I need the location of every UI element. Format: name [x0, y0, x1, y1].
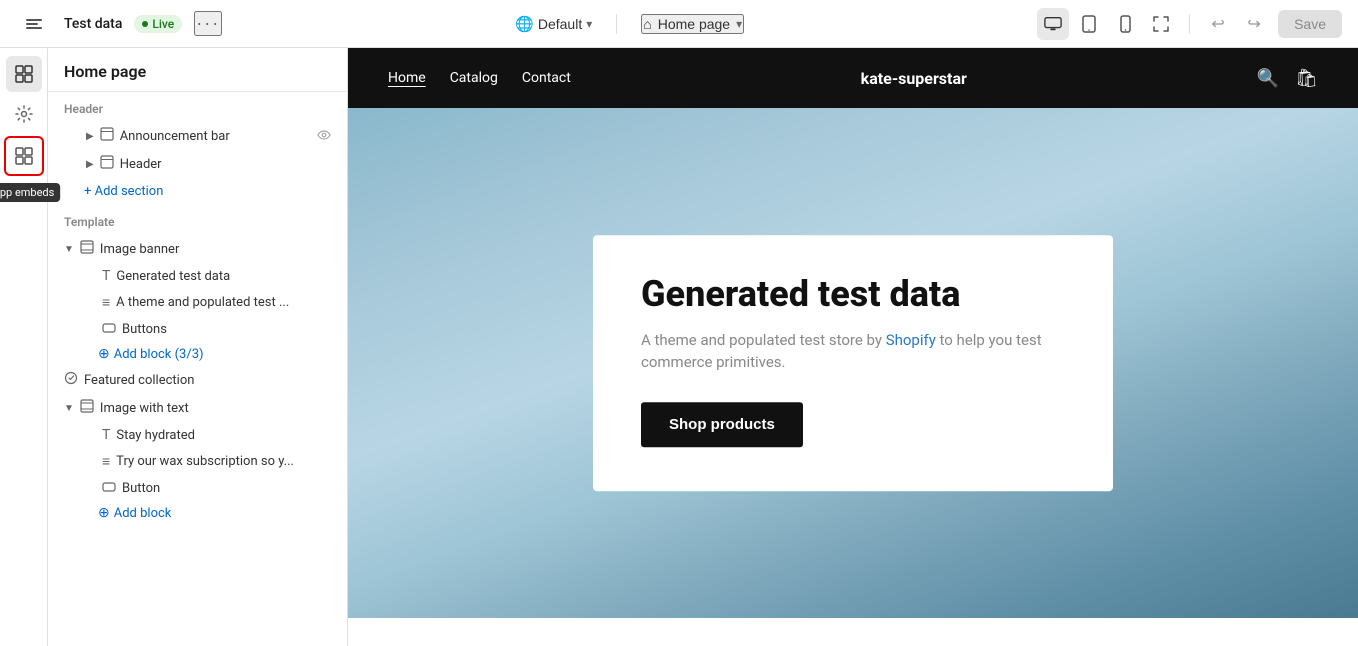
- nav-catalog[interactable]: Catalog: [450, 70, 498, 86]
- tree-item-button[interactable]: Button: [48, 475, 347, 501]
- redo-button[interactable]: ↪: [1238, 8, 1270, 40]
- desktop-view-button[interactable]: [1037, 8, 1069, 40]
- stay-hydrated-label: Stay hydrated: [116, 428, 331, 443]
- save-button[interactable]: Save: [1278, 10, 1342, 38]
- header-section-label: Header: [48, 92, 347, 122]
- undo-button[interactable]: ↩: [1202, 8, 1234, 40]
- app-embeds-box: App embeds: [4, 136, 44, 176]
- nav-links: Home Catalog Contact: [388, 70, 571, 86]
- tree-item-image-banner[interactable]: ▼ Image banner: [48, 235, 347, 263]
- top-bar-center: 🌐 Default ▾ ⌂ Home page ▾: [515, 14, 744, 34]
- nav-contact[interactable]: Contact: [522, 70, 571, 86]
- fullscreen-button[interactable]: [1145, 8, 1177, 40]
- store-brand: kate-superstar: [861, 69, 967, 88]
- mobile-view-button[interactable]: [1109, 8, 1141, 40]
- shop-products-button[interactable]: Shop products: [641, 402, 803, 447]
- settings-button[interactable]: [6, 96, 42, 132]
- image-with-text-label: Image with text: [100, 401, 331, 416]
- undo-redo: ↩ ↪: [1202, 8, 1270, 40]
- cart-icon[interactable]: 🛍: [1295, 68, 1318, 89]
- preview-scroll[interactable]: Home Catalog Contact kate-superstar 🔍 🛍 …: [348, 48, 1358, 646]
- image-banner-label: Image banner: [100, 242, 331, 257]
- add-block-link[interactable]: ⊕ Add block (3/3): [48, 342, 347, 366]
- plus-icon: ⊕: [98, 346, 110, 362]
- tree-item-stay-hydrated[interactable]: T Stay hydrated: [48, 422, 347, 448]
- tablet-view-button[interactable]: [1073, 8, 1105, 40]
- live-badge: Live: [134, 15, 182, 33]
- add-block2-label: Add block: [114, 506, 172, 521]
- main-content: App embeds Home page Header ▶ Announceme…: [0, 48, 1358, 646]
- tree-item-announcement-bar[interactable]: ▶ Announcement bar: [48, 122, 347, 150]
- visibility-icon[interactable]: [317, 128, 331, 144]
- buttons-label: Buttons: [122, 322, 331, 337]
- layout-icon: [100, 127, 114, 145]
- list-icon: ≡: [102, 294, 110, 311]
- search-nav-icon[interactable]: 🔍: [1257, 68, 1279, 89]
- more-button[interactable]: ···: [194, 11, 222, 36]
- default-select[interactable]: 🌐 Default ▾: [515, 15, 592, 33]
- home-icon: ⌂: [643, 16, 651, 32]
- tree-item-image-with-text[interactable]: ▼ Image with text: [48, 394, 347, 422]
- banner-card: Generated test data A theme and populate…: [593, 235, 1113, 491]
- generated-label: Generated test data: [116, 269, 331, 284]
- chevron-icon: ▾: [586, 17, 592, 31]
- app-embeds-button[interactable]: [6, 138, 42, 174]
- add-section-link[interactable]: + Add section: [48, 178, 347, 205]
- store-nav: Home Catalog Contact kate-superstar 🔍 🛍: [348, 48, 1358, 108]
- nav-icons: 🔍 🛍: [1257, 68, 1318, 89]
- template-section-label: Template: [48, 205, 347, 235]
- text-icon: T: [102, 268, 110, 284]
- button-icon: [102, 321, 116, 337]
- app-name: Test data: [64, 16, 122, 32]
- chevron-icon2: ▾: [736, 17, 742, 31]
- view-icons: [1037, 8, 1177, 40]
- announcement-bar-label: Announcement bar: [120, 129, 311, 144]
- tree-item-featured-collection[interactable]: Featured collection: [48, 366, 347, 394]
- sections-button[interactable]: [6, 56, 42, 92]
- header-item-label: Header: [120, 157, 331, 172]
- try-wax-label: Try our wax subscription so y...: [116, 454, 331, 469]
- app-embeds-tooltip: App embeds: [0, 183, 60, 202]
- top-bar-right: ↩ ↪ Save: [1037, 8, 1342, 40]
- button-item-label: Button: [122, 481, 331, 496]
- add-block-label: Add block (3/3): [114, 347, 204, 362]
- panel-title: Home page: [48, 48, 347, 92]
- sidebar-icons: App embeds: [0, 48, 48, 646]
- banner-section: Generated test data A theme and populate…: [348, 108, 1358, 618]
- text-icon2: T: [102, 427, 110, 443]
- tree-item-generated[interactable]: T Generated test data: [48, 263, 347, 289]
- section-icon: [80, 240, 94, 258]
- nav-home[interactable]: Home: [388, 70, 426, 86]
- list-icon2: ≡: [102, 453, 110, 470]
- button-icon2: [102, 480, 116, 496]
- back-button[interactable]: [16, 6, 52, 42]
- theme-test-label: A theme and populated test ...: [116, 295, 331, 310]
- tree-item-try-wax[interactable]: ≡ Try our wax subscription so y...: [48, 448, 347, 475]
- divider: [616, 14, 617, 34]
- badge-icon: [64, 371, 78, 389]
- add-block2-link[interactable]: ⊕ Add block: [48, 501, 347, 525]
- expand-arrow[interactable]: ▶: [86, 131, 94, 142]
- divider2: [1189, 14, 1190, 34]
- top-bar-left: Test data Live ···: [16, 6, 222, 42]
- home-page-select[interactable]: ⌂ Home page ▾: [641, 14, 744, 34]
- live-dot: [142, 21, 148, 27]
- expand-arrow[interactable]: ▶: [86, 159, 94, 170]
- tree-item-theme-test[interactable]: ≡ A theme and populated test ...: [48, 289, 347, 316]
- plus-icon2: ⊕: [98, 505, 110, 521]
- tree-item-buttons[interactable]: Buttons: [48, 316, 347, 342]
- top-bar: Test data Live ··· 🌐 Default ▾ ⌂ Home pa…: [0, 0, 1358, 48]
- banner-subtitle: A theme and populated test store by Shop…: [641, 329, 1065, 374]
- panel: Home page Header ▶ Announcement bar ▶ He…: [48, 48, 348, 646]
- tree-item-header[interactable]: ▶ Header: [48, 150, 347, 178]
- banner-title: Generated test data: [641, 275, 1065, 315]
- collapse-arrow2[interactable]: ▼: [64, 403, 74, 414]
- layout-icon2: [100, 155, 114, 173]
- store-preview: Home Catalog Contact kate-superstar 🔍 🛍 …: [348, 48, 1358, 646]
- section-icon2: [80, 399, 94, 417]
- preview-area: Home Catalog Contact kate-superstar 🔍 🛍 …: [348, 48, 1358, 646]
- collapse-arrow[interactable]: ▼: [64, 244, 74, 255]
- featured-collection-label: Featured collection: [84, 373, 331, 388]
